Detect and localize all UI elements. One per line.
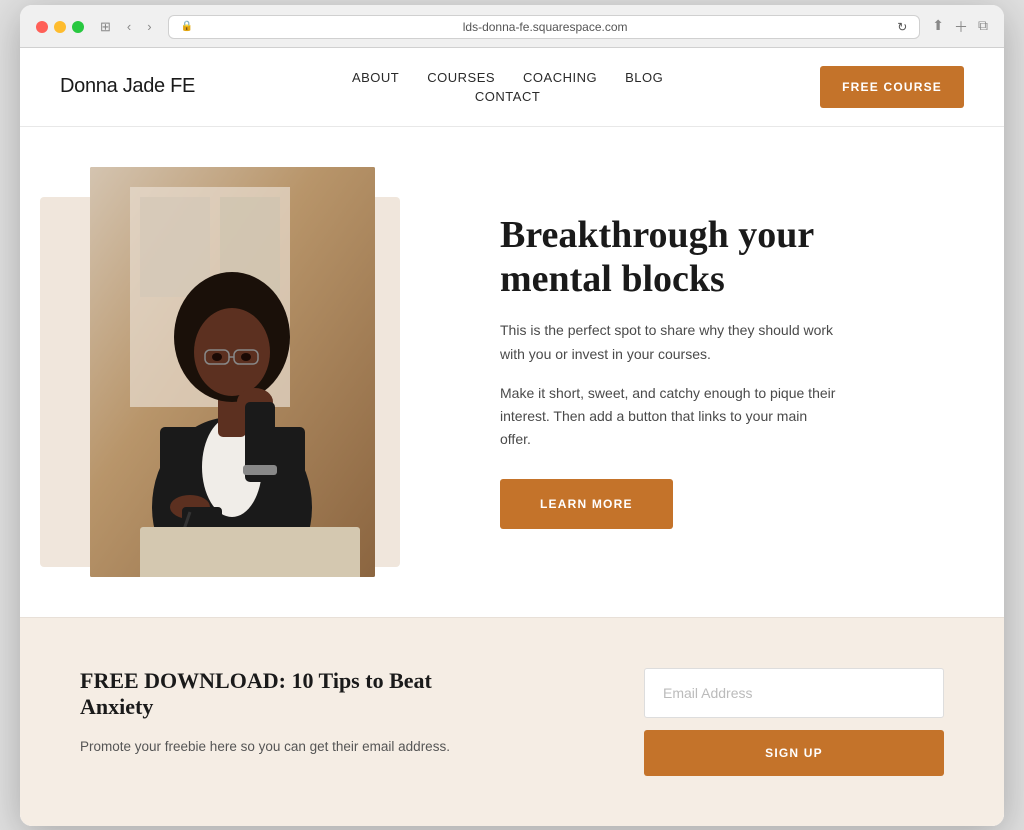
browser-window: ⊞ ‹ › 🔒 lds-donna-fe.squarespace.com ↻ ⬆… (20, 5, 1004, 826)
hero-description-2: Make it short, sweet, and catchy enough … (500, 382, 840, 451)
back-button[interactable]: ‹ (123, 17, 135, 36)
hero-title: Breakthrough your mental blocks (500, 214, 840, 301)
close-button[interactable] (36, 21, 48, 33)
nav-contact[interactable]: CONTACT (475, 89, 540, 104)
free-course-button[interactable]: FREE COURSE (820, 66, 964, 108)
browser-nav-controls: ⊞ ‹ › (96, 17, 156, 37)
free-download-description: Promote your freebie here so you can get… (80, 736, 500, 758)
url-text: lds-donna-fe.squarespace.com (199, 20, 891, 34)
free-download-form: SIGN UP (644, 668, 944, 776)
address-bar[interactable]: 🔒 lds-donna-fe.squarespace.com ↻ (168, 15, 921, 39)
hero-description-1: This is the perfect spot to share why th… (500, 319, 840, 365)
minimize-button[interactable] (54, 21, 66, 33)
free-download-title: FREE DOWNLOAD: 10 Tips to Beat Anxiety (80, 668, 500, 720)
hero-image-svg (90, 167, 375, 577)
reload-icon[interactable]: ↻ (897, 20, 907, 34)
nav-coaching[interactable]: COACHING (523, 70, 597, 85)
maximize-button[interactable] (72, 21, 84, 33)
learn-more-button[interactable]: LEARN MORE (500, 479, 673, 529)
browser-action-buttons: ⬆ ＋ ⧉ (932, 17, 988, 37)
website-content: Donna Jade FE ABOUT COURSES COACHING BLO… (20, 48, 1004, 826)
hero-content: Breakthrough your mental blocks This is … (500, 214, 840, 529)
browser-chrome: ⊞ ‹ › 🔒 lds-donna-fe.squarespace.com ↻ ⬆… (20, 5, 1004, 48)
nav-row-bottom: CONTACT (475, 89, 540, 104)
traffic-lights (36, 21, 84, 33)
new-tab-icon[interactable]: ＋ (954, 17, 968, 37)
site-logo[interactable]: Donna Jade FE (60, 75, 195, 98)
forward-button[interactable]: › (143, 17, 155, 36)
hero-image-container (60, 167, 440, 577)
nav-blog[interactable]: BLOG (625, 70, 663, 85)
site-nav: ABOUT COURSES COACHING BLOG CONTACT (352, 70, 663, 104)
nav-about[interactable]: ABOUT (352, 70, 399, 85)
free-download-section: FREE DOWNLOAD: 10 Tips to Beat Anxiety P… (20, 617, 1004, 826)
nav-row-top: ABOUT COURSES COACHING BLOG (352, 70, 663, 85)
free-download-text-area: FREE DOWNLOAD: 10 Tips to Beat Anxiety P… (80, 668, 500, 758)
email-input[interactable] (644, 668, 944, 718)
sign-up-button[interactable]: SIGN UP (644, 730, 944, 776)
lock-icon: 🔒 (181, 21, 193, 32)
window-control-icon: ⊞ (96, 17, 115, 37)
site-header: Donna Jade FE ABOUT COURSES COACHING BLO… (20, 48, 1004, 127)
nav-courses[interactable]: COURSES (427, 70, 495, 85)
hero-image (90, 167, 375, 577)
hero-section: Breakthrough your mental blocks This is … (20, 127, 1004, 617)
share-icon[interactable]: ⬆ (932, 17, 944, 37)
tab-overview-icon[interactable]: ⧉ (978, 17, 988, 37)
